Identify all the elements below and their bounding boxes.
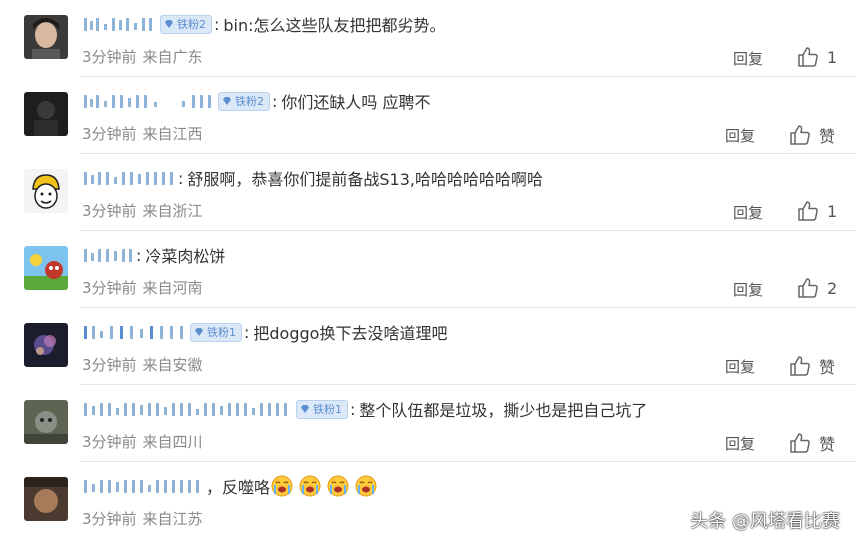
username-redacted[interactable] xyxy=(82,169,176,187)
reply-button[interactable]: 回复 xyxy=(725,356,755,377)
like-button[interactable]: 赞 xyxy=(789,123,835,147)
like-button[interactable]: 赞 xyxy=(789,354,835,378)
colon: : xyxy=(214,14,220,34)
avatar[interactable] xyxy=(24,246,68,290)
reply-button[interactable]: 回复 xyxy=(725,125,755,146)
username-redacted[interactable] xyxy=(82,92,214,110)
thumbs-up-icon xyxy=(790,433,810,453)
avatar[interactable] xyxy=(24,477,68,521)
colon: : xyxy=(350,399,356,419)
badge-label: 铁粉1 xyxy=(207,325,236,339)
comment-location: 来自河南 xyxy=(142,279,203,297)
diamond-gem-icon xyxy=(223,97,231,105)
avatar[interactable] xyxy=(24,400,68,444)
username-redacted[interactable] xyxy=(82,15,156,33)
comment-location: 来自安徽 xyxy=(142,356,203,374)
like-label: 赞 xyxy=(819,127,836,146)
comment-item: : 冷菜肉松饼 3分钟前 来自河南 回复 2 xyxy=(0,231,856,308)
badge-label: 铁粉2 xyxy=(177,17,206,31)
badge-label: 铁粉1 xyxy=(313,402,342,416)
comment-time: 3分钟前 xyxy=(82,510,137,528)
comment-location: 来自江苏 xyxy=(142,510,203,528)
comment-meta: 3分钟前 来自广东 xyxy=(82,46,203,67)
like-label: 2 xyxy=(827,278,838,298)
reply-button[interactable]: 回复 xyxy=(733,202,763,223)
comment-location: 来自浙江 xyxy=(142,202,203,220)
username-redacted[interactable] xyxy=(82,323,186,341)
comment-list: 铁粉2 : bin:怎么这些队友把把都劣势。 3分钟前 来自广东 回复 1 铁粉2 xyxy=(0,0,856,543)
colon: : xyxy=(178,168,184,188)
emoji-group xyxy=(270,475,377,497)
thumbs-up-icon xyxy=(790,356,810,376)
comment-location: 来自江西 xyxy=(142,125,203,143)
like-button[interactable]: 1 xyxy=(797,200,837,222)
like-button[interactable]: 1 xyxy=(797,46,837,68)
comment-item: 铁粉2 : 你们还缺人吗 应聘不 3分钟前 来自江西 回复 赞 xyxy=(0,77,856,154)
comment-time: 3分钟前 xyxy=(82,433,137,451)
username-redacted[interactable] xyxy=(82,246,134,264)
colon: : xyxy=(244,322,250,342)
fan-badge: 铁粉2 xyxy=(160,14,212,34)
diamond-gem-icon xyxy=(301,405,309,413)
comment-text: ，反噬咯 xyxy=(206,478,271,497)
crying-emoji-icon xyxy=(271,475,293,497)
like-button[interactable]: 2 xyxy=(797,277,837,299)
thumbs-up-icon xyxy=(790,125,810,145)
comment-location: 来自广东 xyxy=(142,48,203,66)
comment-time: 3分钟前 xyxy=(82,202,137,220)
comment-item: 铁粉1 : 整个队伍都是垃圾，撕少也是把自己坑了 3分钟前 来自四川 回复 赞 xyxy=(0,385,856,462)
colon: : xyxy=(272,91,278,111)
avatar[interactable] xyxy=(24,92,68,136)
like-button[interactable]: 赞 xyxy=(789,431,835,455)
like-label: 1 xyxy=(827,47,838,67)
avatar[interactable] xyxy=(24,323,68,367)
reply-button[interactable]: 回复 xyxy=(725,433,755,454)
comment-time: 3分钟前 xyxy=(82,48,137,66)
comment-time: 3分钟前 xyxy=(82,279,137,297)
like-label: 赞 xyxy=(819,358,836,377)
thumbs-up-icon xyxy=(798,278,818,298)
comment-meta: 3分钟前 来自四川 xyxy=(82,431,203,452)
comment-meta: 3分钟前 来自浙江 xyxy=(82,200,203,221)
comment-meta: 3分钟前 来自江苏 xyxy=(82,508,203,529)
crying-emoji-icon xyxy=(327,475,349,497)
username-redacted[interactable] xyxy=(82,477,204,495)
comment-item: 铁粉2 : bin:怎么这些队友把把都劣势。 3分钟前 来自广东 回复 1 xyxy=(0,0,856,77)
fan-badge: 铁粉1 xyxy=(190,322,242,342)
thumbs-up-icon xyxy=(798,47,818,67)
crying-emoji-icon xyxy=(355,475,377,497)
comment-text: bin:怎么这些队友把把都劣势。 xyxy=(223,16,446,35)
username-redacted[interactable] xyxy=(82,400,292,418)
comment-time: 3分钟前 xyxy=(82,125,137,143)
avatar[interactable] xyxy=(24,169,68,213)
diamond-gem-icon xyxy=(195,328,203,336)
fan-badge: 铁粉2 xyxy=(218,91,270,111)
diamond-gem-icon xyxy=(165,20,173,28)
crying-emoji-icon xyxy=(299,475,321,497)
reply-button[interactable]: 回复 xyxy=(733,279,763,300)
comment-time: 3分钟前 xyxy=(82,356,137,374)
avatar[interactable] xyxy=(24,15,68,59)
comment-text: 舒服啊，恭喜你们提前备战S13,哈哈哈哈哈哈啊哈 xyxy=(187,170,543,189)
reply-button[interactable]: 回复 xyxy=(733,48,763,69)
comment-text: 你们还缺人吗 应聘不 xyxy=(281,93,431,112)
comment-text: 把doggo换下去没啥道理吧 xyxy=(253,324,448,343)
comment-meta: 3分钟前 来自河南 xyxy=(82,277,203,298)
comment-text: 整个队伍都是垃圾，撕少也是把自己坑了 xyxy=(359,401,648,420)
badge-label: 铁粉2 xyxy=(235,94,264,108)
comment-item: 铁粉1 : 把doggo换下去没啥道理吧 3分钟前 来自安徽 回复 赞 xyxy=(0,308,856,385)
comment-meta: 3分钟前 来自江西 xyxy=(82,123,203,144)
watermark: 头条 @风塔看比赛 xyxy=(690,511,840,532)
like-label: 1 xyxy=(827,201,838,221)
comment-item: : 舒服啊，恭喜你们提前备战S13,哈哈哈哈哈哈啊哈 3分钟前 来自浙江 回复 1 xyxy=(0,154,856,231)
fan-badge: 铁粉1 xyxy=(296,399,348,419)
comment-text: 冷菜肉松饼 xyxy=(145,247,226,266)
comment-meta: 3分钟前 来自安徽 xyxy=(82,354,203,375)
thumbs-up-icon xyxy=(798,201,818,221)
like-label: 赞 xyxy=(819,435,836,454)
comment-location: 来自四川 xyxy=(142,433,203,451)
colon: : xyxy=(136,245,142,265)
